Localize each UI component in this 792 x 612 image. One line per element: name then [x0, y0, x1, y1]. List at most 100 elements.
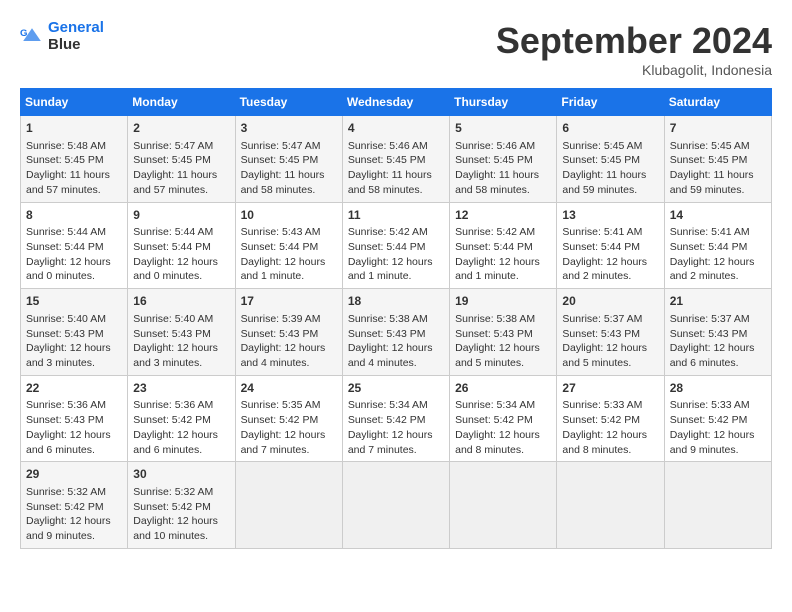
day-info-line: Daylight: 12 hours — [133, 255, 229, 270]
day-info-line: Daylight: 11 hours — [241, 168, 337, 183]
day-number: 8 — [26, 207, 122, 224]
day-info-line: Sunrise: 5:42 AM — [455, 225, 551, 240]
day-info-line: Daylight: 12 hours — [670, 341, 766, 356]
day-info-line: Sunrise: 5:42 AM — [348, 225, 444, 240]
day-info-line: Sunset: 5:44 PM — [348, 240, 444, 255]
day-info-line: Sunrise: 5:45 AM — [670, 139, 766, 154]
week-row-2: 8Sunrise: 5:44 AMSunset: 5:44 PMDaylight… — [21, 202, 772, 289]
day-info-line: Daylight: 12 hours — [133, 428, 229, 443]
col-header-monday: Monday — [128, 89, 235, 116]
day-info-line: Sunrise: 5:34 AM — [455, 398, 551, 413]
day-cell: 21Sunrise: 5:37 AMSunset: 5:43 PMDayligh… — [664, 289, 771, 376]
day-info-line: Daylight: 12 hours — [670, 428, 766, 443]
day-number: 2 — [133, 120, 229, 137]
logo-icon: G — [20, 25, 44, 49]
day-info-line: and 9 minutes. — [670, 443, 766, 458]
day-info-line: and 0 minutes. — [26, 269, 122, 284]
day-cell: 8Sunrise: 5:44 AMSunset: 5:44 PMDaylight… — [21, 202, 128, 289]
day-cell — [342, 462, 449, 549]
day-number: 27 — [562, 380, 658, 397]
day-cell: 22Sunrise: 5:36 AMSunset: 5:43 PMDayligh… — [21, 375, 128, 462]
day-info-line: Sunset: 5:43 PM — [562, 327, 658, 342]
day-info-line: Daylight: 12 hours — [455, 341, 551, 356]
day-info-line: Sunset: 5:45 PM — [348, 153, 444, 168]
day-info-line: Sunset: 5:45 PM — [562, 153, 658, 168]
day-info-line: and 8 minutes. — [455, 443, 551, 458]
day-info-line: and 1 minute. — [455, 269, 551, 284]
month-title: September 2024 — [496, 20, 772, 62]
day-info-line: Sunset: 5:44 PM — [562, 240, 658, 255]
day-info-line: Sunrise: 5:32 AM — [133, 485, 229, 500]
day-info-line: Sunrise: 5:37 AM — [670, 312, 766, 327]
day-cell: 11Sunrise: 5:42 AMSunset: 5:44 PMDayligh… — [342, 202, 449, 289]
day-info-line: and 6 minutes. — [26, 443, 122, 458]
day-info-line: and 2 minutes. — [670, 269, 766, 284]
day-number: 29 — [26, 466, 122, 483]
day-info-line: Daylight: 12 hours — [26, 428, 122, 443]
day-info-line: and 4 minutes. — [241, 356, 337, 371]
day-cell — [235, 462, 342, 549]
day-cell: 1Sunrise: 5:48 AMSunset: 5:45 PMDaylight… — [21, 116, 128, 203]
day-info-line: and 6 minutes. — [133, 443, 229, 458]
day-info-line: and 1 minute. — [348, 269, 444, 284]
day-info-line: and 7 minutes. — [348, 443, 444, 458]
logo-blue: Blue — [48, 36, 81, 53]
day-info-line: Sunrise: 5:32 AM — [26, 485, 122, 500]
day-info-line: Sunset: 5:42 PM — [670, 413, 766, 428]
day-info-line: Sunrise: 5:36 AM — [26, 398, 122, 413]
day-info-line: Sunset: 5:42 PM — [26, 500, 122, 515]
day-info-line: Sunset: 5:43 PM — [348, 327, 444, 342]
day-number: 18 — [348, 293, 444, 310]
day-number: 4 — [348, 120, 444, 137]
day-cell: 16Sunrise: 5:40 AMSunset: 5:43 PMDayligh… — [128, 289, 235, 376]
day-info-line: and 0 minutes. — [133, 269, 229, 284]
day-info-line: Daylight: 12 hours — [241, 341, 337, 356]
day-info-line: Sunset: 5:44 PM — [455, 240, 551, 255]
day-cell: 20Sunrise: 5:37 AMSunset: 5:43 PMDayligh… — [557, 289, 664, 376]
day-info-line: Daylight: 11 hours — [26, 168, 122, 183]
day-info-line: Sunrise: 5:39 AM — [241, 312, 337, 327]
day-info-line: Sunset: 5:44 PM — [133, 240, 229, 255]
day-cell: 15Sunrise: 5:40 AMSunset: 5:43 PMDayligh… — [21, 289, 128, 376]
day-info-line: Sunrise: 5:38 AM — [348, 312, 444, 327]
day-number: 13 — [562, 207, 658, 224]
day-cell: 27Sunrise: 5:33 AMSunset: 5:42 PMDayligh… — [557, 375, 664, 462]
col-header-thursday: Thursday — [450, 89, 557, 116]
day-info-line: and 58 minutes. — [455, 183, 551, 198]
day-info-line: and 3 minutes. — [26, 356, 122, 371]
col-header-wednesday: Wednesday — [342, 89, 449, 116]
day-number: 12 — [455, 207, 551, 224]
day-info-line: Sunset: 5:44 PM — [241, 240, 337, 255]
day-cell: 10Sunrise: 5:43 AMSunset: 5:44 PMDayligh… — [235, 202, 342, 289]
calendar-header: SundayMondayTuesdayWednesdayThursdayFrid… — [21, 89, 772, 116]
day-info-line: and 3 minutes. — [133, 356, 229, 371]
day-info-line: Sunrise: 5:44 AM — [133, 225, 229, 240]
day-cell — [557, 462, 664, 549]
page-header: G General Blue September 2024 Klubagolit… — [20, 20, 772, 78]
day-info-line: and 58 minutes. — [348, 183, 444, 198]
day-number: 17 — [241, 293, 337, 310]
day-info-line: Daylight: 12 hours — [562, 341, 658, 356]
week-row-1: 1Sunrise: 5:48 AMSunset: 5:45 PMDaylight… — [21, 116, 772, 203]
col-header-friday: Friday — [557, 89, 664, 116]
day-cell: 28Sunrise: 5:33 AMSunset: 5:42 PMDayligh… — [664, 375, 771, 462]
day-info-line: Daylight: 12 hours — [26, 514, 122, 529]
day-info-line: Sunrise: 5:47 AM — [133, 139, 229, 154]
day-info-line: Sunset: 5:42 PM — [455, 413, 551, 428]
day-cell: 18Sunrise: 5:38 AMSunset: 5:43 PMDayligh… — [342, 289, 449, 376]
day-info-line: Sunset: 5:43 PM — [241, 327, 337, 342]
day-number: 23 — [133, 380, 229, 397]
day-number: 21 — [670, 293, 766, 310]
day-info-line: Sunset: 5:42 PM — [348, 413, 444, 428]
day-number: 22 — [26, 380, 122, 397]
day-info-line: Sunset: 5:43 PM — [133, 327, 229, 342]
day-number: 28 — [670, 380, 766, 397]
day-cell: 9Sunrise: 5:44 AMSunset: 5:44 PMDaylight… — [128, 202, 235, 289]
day-number: 10 — [241, 207, 337, 224]
day-number: 20 — [562, 293, 658, 310]
day-info-line: Sunset: 5:42 PM — [133, 413, 229, 428]
day-cell: 19Sunrise: 5:38 AMSunset: 5:43 PMDayligh… — [450, 289, 557, 376]
day-info-line: Sunrise: 5:38 AM — [455, 312, 551, 327]
day-info-line: Sunset: 5:42 PM — [133, 500, 229, 515]
day-info-line: and 10 minutes. — [133, 529, 229, 544]
